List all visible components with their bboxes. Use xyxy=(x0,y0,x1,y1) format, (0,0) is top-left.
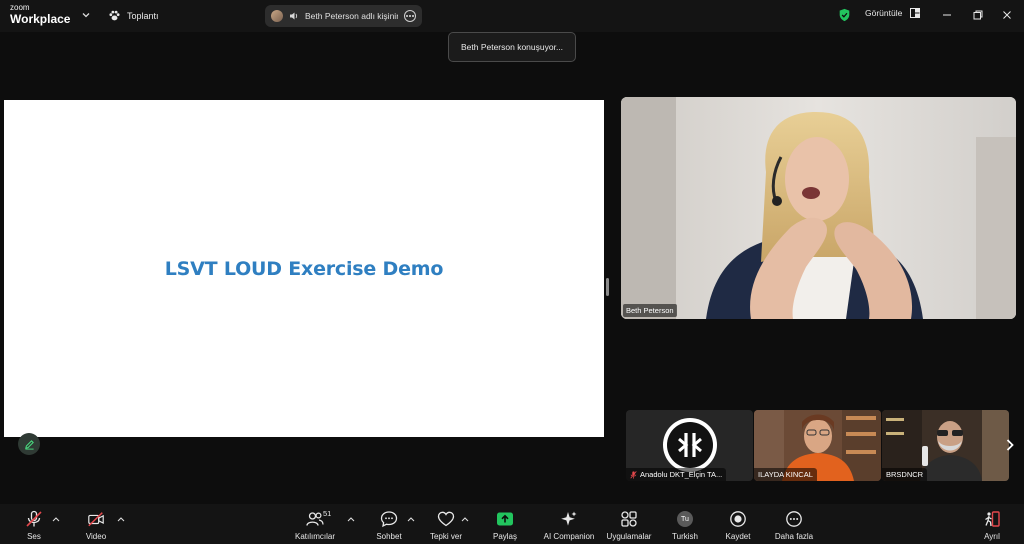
speaker-avatar xyxy=(271,10,283,22)
participant-name-tag: Anadolu DKT_Elçin TA... xyxy=(626,468,727,481)
chevron-up-icon[interactable] xyxy=(117,516,125,522)
participant-logo xyxy=(663,418,717,472)
share-button[interactable]: Paylaş xyxy=(468,510,542,541)
apps-label: Uygulamalar xyxy=(606,532,652,541)
participant-name: BRSDNCR xyxy=(882,468,928,481)
annotate-button[interactable] xyxy=(18,433,40,455)
chevron-right-icon[interactable] xyxy=(1004,438,1016,452)
shared-screen: LSVT LOUD Exercise Demo xyxy=(4,100,604,437)
heart-icon xyxy=(437,511,455,527)
speaker-name-tag: Beth Peterson xyxy=(623,304,677,317)
resize-handle[interactable] xyxy=(606,278,609,296)
participant-tile[interactable]: ILAYDA KINCAL xyxy=(754,410,881,481)
slide-title: LSVT LOUD Exercise Demo xyxy=(164,257,444,280)
meeting-toolbar: Ses Video 51 Katılımcılar Sohbet Tepki v… xyxy=(0,504,1024,544)
speaking-tooltip: Beth Peterson konuşuyor... xyxy=(448,32,576,62)
view-label: Görüntüle xyxy=(865,8,903,18)
more-button[interactable]: Daha fazla xyxy=(757,510,831,541)
paw-icon xyxy=(109,10,120,21)
speaker-video-frame xyxy=(621,97,1016,319)
app-logo: zoom Workplace xyxy=(10,3,71,26)
participants-label: Katılımcılar xyxy=(294,532,335,541)
clinic-logo-icon xyxy=(667,422,713,468)
pencil-icon xyxy=(24,439,34,450)
ai-companion-label: AI Companion xyxy=(543,532,595,541)
record-icon xyxy=(730,511,746,527)
active-speaker-pill[interactable]: Beth Peterson adlı kişinin ek xyxy=(265,5,422,27)
language-badge: Tu xyxy=(677,511,693,527)
participant-tile[interactable]: BRSDNCR xyxy=(882,410,1009,481)
minimize-icon[interactable] xyxy=(940,8,954,22)
video-button[interactable]: Video xyxy=(59,510,133,541)
view-menu[interactable]: Görüntüle xyxy=(865,8,921,18)
apps-icon xyxy=(621,511,637,527)
speaker-video[interactable]: Beth Peterson xyxy=(621,97,1016,319)
audio-label: Ses xyxy=(27,532,41,541)
chat-icon xyxy=(380,511,398,528)
grid-view-icon xyxy=(910,8,921,18)
more-label: Daha fazla xyxy=(774,532,814,541)
speaker-volume-icon xyxy=(290,12,298,20)
mic-muted-icon xyxy=(26,510,42,527)
participant-name: ILAYDA KINCAL xyxy=(754,468,817,481)
speaking-text: Beth Peterson konuşuyor... xyxy=(460,42,564,52)
share-label: Paylaş xyxy=(492,532,517,541)
participant-name: Anadolu DKT_Elçin TA... xyxy=(640,470,723,479)
more-icon xyxy=(786,511,802,527)
meeting-menu[interactable]: Toplantı xyxy=(108,9,159,22)
shield-check-icon[interactable] xyxy=(838,8,851,22)
participants-button[interactable]: 51 Katılımcılar xyxy=(278,509,352,541)
chat-label: Sohbet xyxy=(376,532,402,541)
leave-button[interactable]: Ayrıl xyxy=(955,510,1024,541)
video-off-icon xyxy=(88,512,104,527)
active-speaker-text: Beth Peterson adlı kişinin ek xyxy=(305,11,398,21)
leave-label: Ayrıl xyxy=(984,532,1000,541)
participants-count: 51 xyxy=(323,509,332,518)
record-label: Kaydet xyxy=(725,532,751,541)
brand-small: zoom xyxy=(10,3,30,12)
reactions-label: Tepki ver xyxy=(429,532,462,541)
title-bar: zoom Workplace Toplantı Beth Peterson ad… xyxy=(0,0,1024,32)
share-screen-icon xyxy=(497,512,513,526)
chevron-down-icon[interactable] xyxy=(81,10,91,20)
leave-icon xyxy=(985,511,1000,527)
more-icon[interactable] xyxy=(404,10,416,22)
language-label: Turkish xyxy=(672,532,698,541)
brand-name: Workplace xyxy=(10,12,71,26)
meeting-label: Toplantı xyxy=(127,10,159,21)
participants-icon xyxy=(306,512,324,526)
clinic-mark xyxy=(678,433,702,457)
restore-icon[interactable] xyxy=(971,8,985,22)
video-label: Video xyxy=(85,532,107,541)
mic-muted-icon xyxy=(630,470,637,479)
close-icon[interactable] xyxy=(1000,8,1014,22)
participant-tile[interactable]: Anadolu DKT_Elçin TA... xyxy=(626,410,753,481)
sparkle-icon xyxy=(561,511,577,526)
